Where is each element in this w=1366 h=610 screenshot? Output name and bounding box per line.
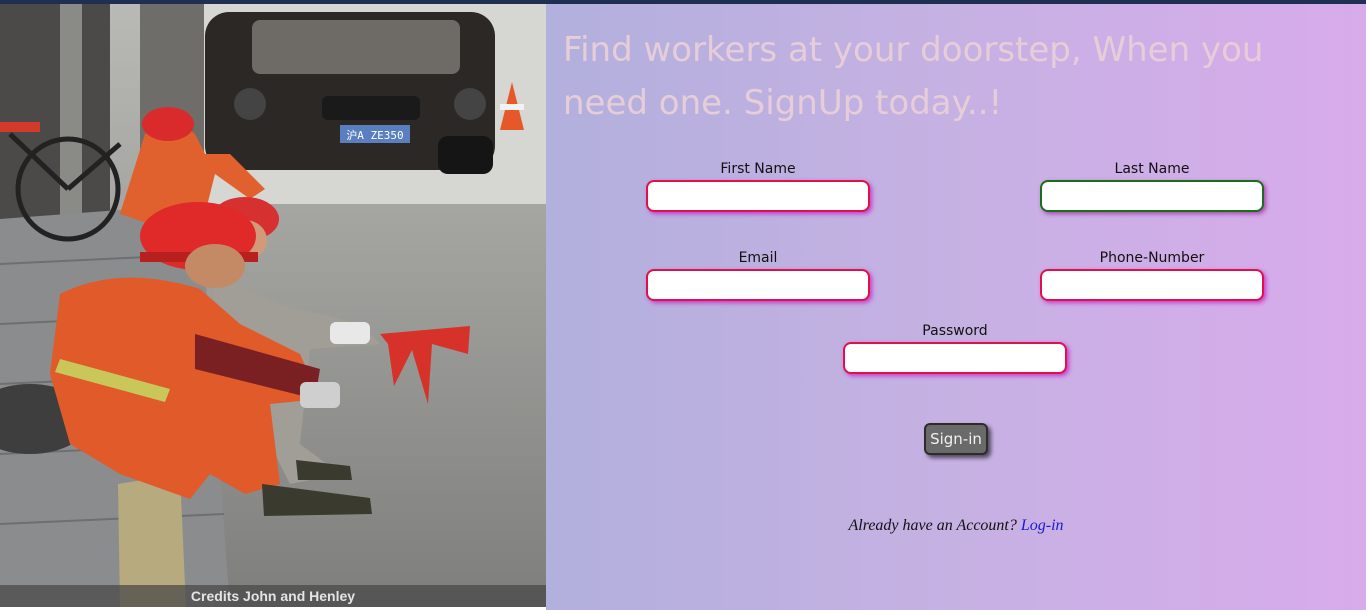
last-name-field[interactable] [1040, 180, 1264, 212]
hero-photo: 沪A ZE350 Credits John and Henley [0, 4, 546, 607]
phone-number-field[interactable] [1040, 269, 1264, 301]
password-field[interactable] [843, 342, 1067, 374]
first-name-field[interactable] [646, 180, 870, 212]
first-name-group: First Name [646, 160, 870, 212]
email-label: Email [738, 250, 778, 266]
first-name-label: First Name [720, 161, 796, 177]
login-prompt: Already have an Account? Log-in [546, 517, 1366, 535]
login-prompt-text: Already have an Account? [848, 517, 1017, 534]
car-shape: 沪A ZE350 [205, 12, 495, 174]
signup-panel: Find workers at your doorstep, When you … [546, 4, 1366, 610]
page-title: Find workers at your doorstep, When you … [563, 30, 1264, 123]
email-field[interactable] [646, 269, 870, 301]
email-group: Email [646, 249, 870, 301]
svg-text:沪A ZE350: 沪A ZE350 [346, 128, 403, 142]
phone-group: Phone-Number [1040, 249, 1264, 301]
photo-credits: Credits John and Henley [0, 585, 546, 607]
last-name-label: Last Name [1114, 161, 1190, 177]
last-name-group: Last Name [1040, 160, 1264, 212]
phone-label: Phone-Number [1099, 250, 1205, 266]
workers-illustration: 沪A ZE350 [0, 4, 546, 607]
password-label: Password [922, 323, 988, 339]
password-group: Password [843, 322, 1067, 374]
sign-in-button[interactable]: Sign-in [924, 423, 988, 455]
login-link[interactable]: Log-in [1021, 517, 1064, 534]
